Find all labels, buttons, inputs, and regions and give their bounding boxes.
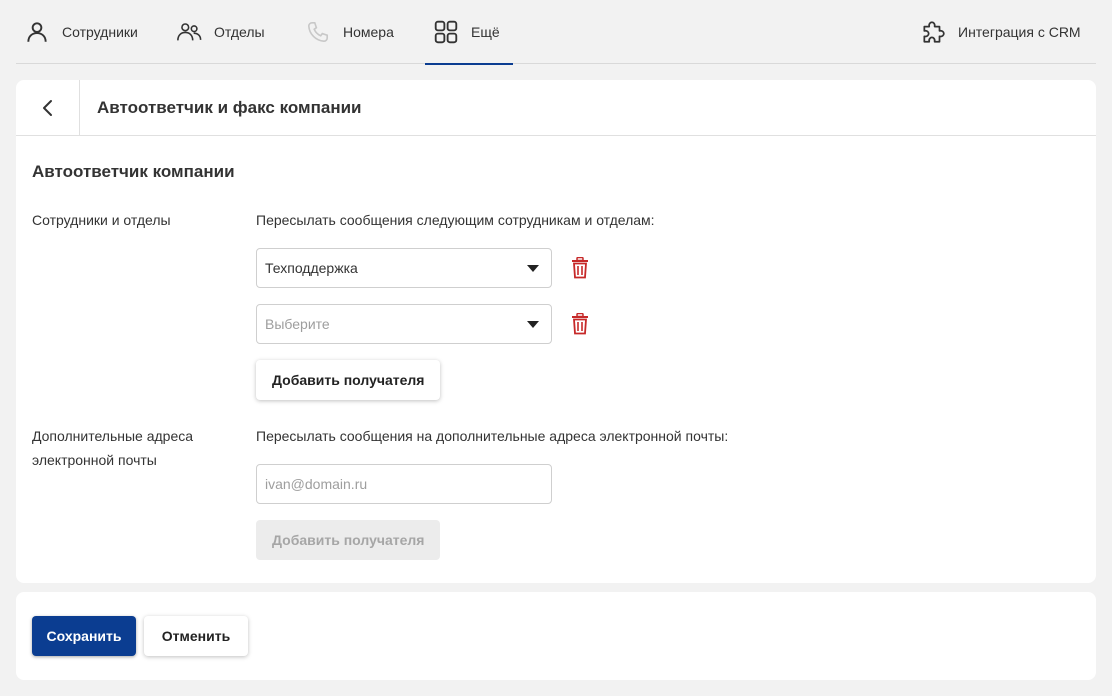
nav-tab-more-label: Ещё [471, 24, 500, 40]
add-email-recipient-button[interactable]: Добавить получателя [256, 520, 441, 560]
nav-tab-departments-label: Отделы [214, 24, 265, 40]
back-button[interactable] [16, 80, 80, 135]
form-actions-card: Сохранить Отменить [16, 592, 1096, 680]
active-tab-indicator [425, 63, 513, 65]
nav-tab-numbers[interactable]: Номера [305, 0, 394, 64]
nav-tab-numbers-label: Номера [343, 24, 394, 40]
email-field[interactable] [256, 464, 552, 504]
nav-tab-departments[interactable]: Отделы [176, 0, 265, 64]
add-recipient-button[interactable]: Добавить получателя [256, 360, 441, 400]
phone-icon [307, 21, 329, 43]
delete-recipient-2-button[interactable] [569, 312, 591, 336]
card-header: Автоответчик и факс компании [16, 80, 1096, 136]
recipient-select-2[interactable]: Выберите [256, 304, 552, 344]
section-title: Автоответчик компании [32, 162, 235, 181]
trash-icon [572, 257, 588, 279]
puzzle-icon [923, 21, 945, 43]
recipients-label: Сотрудники и отделы [32, 212, 171, 228]
nav-crm-integration-label: Интеграция с CRM [958, 24, 1081, 40]
caret-down-icon [527, 321, 539, 328]
person-icon [27, 22, 47, 42]
caret-down-icon [527, 265, 539, 272]
recipient-select-1[interactable]: Техподдержка [256, 248, 552, 288]
grid-icon [434, 20, 458, 44]
cancel-button[interactable]: Отменить [144, 616, 248, 656]
nav-tab-employees[interactable]: Сотрудники [24, 0, 138, 64]
nav-tab-more[interactable]: Ещё [425, 0, 513, 65]
emails-description: Пересылать сообщения на дополнительные а… [256, 428, 729, 444]
page-title: Автоответчик и факс компании [97, 98, 362, 117]
delete-recipient-1-button[interactable] [569, 256, 591, 280]
trash-icon [572, 313, 588, 335]
save-button[interactable]: Сохранить [32, 616, 136, 656]
nav-tab-employees-label: Сотрудники [62, 24, 138, 40]
recipient-select-2-placeholder: Выберите [265, 316, 330, 332]
emails-label: Дополнительные адреса электронной почты [32, 428, 194, 468]
autoresponder-settings-card: Автоответчик и факс компании Автоответчи… [16, 80, 1096, 583]
group-icon [177, 23, 202, 41]
chevron-left-icon [42, 99, 52, 116]
top-navigation: Сотрудники Отделы Номера Ещё Интеграция … [16, 0, 1096, 65]
recipients-description: Пересылать сообщения следующим сотрудник… [256, 212, 655, 228]
nav-crm-integration[interactable]: Интеграция с CRM [920, 0, 1081, 64]
recipient-select-1-value: Техподдержка [265, 260, 358, 276]
